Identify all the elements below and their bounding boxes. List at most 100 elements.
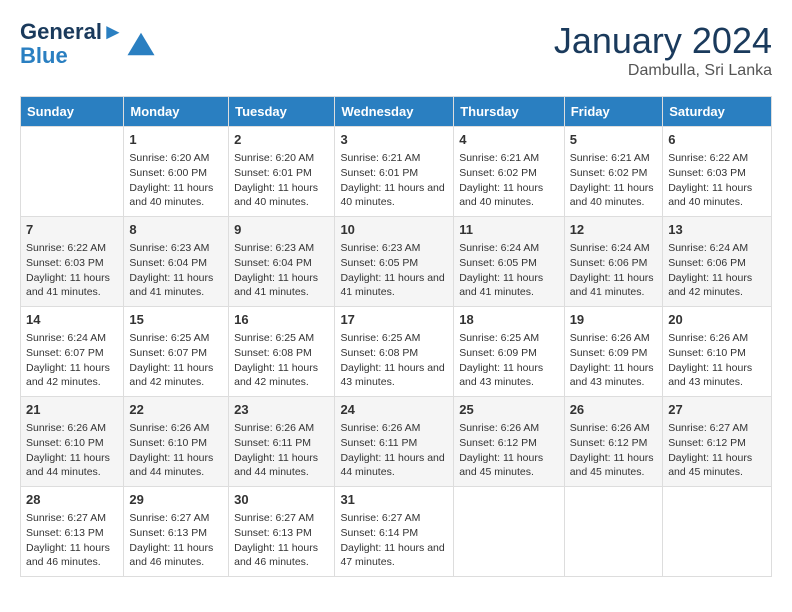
calendar-day-header: Friday: [564, 97, 663, 127]
day-number: 29: [129, 491, 223, 509]
day-info: Sunrise: 6:25 AMSunset: 6:08 PMDaylight:…: [234, 331, 329, 390]
day-info: Sunrise: 6:21 AMSunset: 6:02 PMDaylight:…: [570, 151, 658, 210]
day-number: 23: [234, 401, 329, 419]
calendar-cell: 30 Sunrise: 6:27 AMSunset: 6:13 PMDayligh…: [229, 487, 335, 577]
day-number: 25: [459, 401, 558, 419]
day-number: 14: [26, 311, 118, 329]
day-number: 9: [234, 221, 329, 239]
day-number: 20: [668, 311, 766, 329]
day-info: Sunrise: 6:25 AMSunset: 6:07 PMDaylight:…: [129, 331, 223, 390]
calendar-cell: 22Sunrise: 6:26 AMSunset: 6:10 PMDayligh…: [124, 397, 229, 487]
calendar-cell: 28 Sunrise: 6:27 AMSunset: 6:13 PMDayligh…: [21, 487, 124, 577]
day-number: 26: [570, 401, 658, 419]
day-info: Sunrise: 6:26 AMSunset: 6:10 PMDaylight:…: [668, 331, 766, 390]
day-info: Sunrise: 6:27 AMSunset: 6:13 PMDaylight:…: [129, 511, 223, 570]
calendar-cell: [454, 487, 564, 577]
calendar-cell: [663, 487, 772, 577]
day-number: 10: [340, 221, 448, 239]
day-info: Sunrise: 6:22 AMSunset: 6:03 PMDaylight:…: [668, 151, 766, 210]
calendar-cell: 9Sunrise: 6:23 AMSunset: 6:04 PMDaylight…: [229, 217, 335, 307]
calendar-day-header: Tuesday: [229, 97, 335, 127]
day-number: 7: [26, 221, 118, 239]
calendar-cell: 3 Sunrise: 6:21 AMSunset: 6:01 PMDaylight…: [335, 127, 454, 217]
calendar-body: 1Sunrise: 6:20 AMSunset: 6:00 PMDaylight…: [21, 127, 772, 577]
calendar-cell: 23 Sunrise: 6:26 AMSunset: 6:11 PMDayligh…: [229, 397, 335, 487]
day-info: Sunrise: 6:26 AMSunset: 6:12 PMDaylight:…: [459, 421, 558, 480]
day-number: 18: [459, 311, 558, 329]
calendar-cell: [21, 127, 124, 217]
day-info: Sunrise: 6:21 AMSunset: 6:01 PMDaylight:…: [340, 151, 448, 210]
day-info: Sunrise: 6:26 AMSunset: 6:11 PMDaylight:…: [340, 421, 448, 480]
calendar-day-header: Thursday: [454, 97, 564, 127]
calendar-cell: 20 Sunrise: 6:26 AMSunset: 6:10 PMDayligh…: [663, 307, 772, 397]
day-info: Sunrise: 6:27 AMSunset: 6:14 PMDaylight:…: [340, 511, 448, 570]
calendar-cell: 13 Sunrise: 6:24 AMSunset: 6:06 PMDayligh…: [663, 217, 772, 307]
day-info: Sunrise: 6:22 AMSunset: 6:03 PMDaylight:…: [26, 241, 118, 300]
day-info: Sunrise: 6:26 AMSunset: 6:11 PMDaylight:…: [234, 421, 329, 480]
calendar-cell: [564, 487, 663, 577]
day-number: 11: [459, 221, 558, 239]
calendar-cell: 21 Sunrise: 6:26 AMSunset: 6:10 PMDayligh…: [21, 397, 124, 487]
day-number: 28: [26, 491, 118, 509]
calendar-cell: 5 Sunrise: 6:21 AMSunset: 6:02 PMDaylight…: [564, 127, 663, 217]
day-number: 1: [129, 131, 223, 149]
logo: General►Blue: [20, 20, 156, 68]
day-number: 5: [570, 131, 658, 149]
day-info: Sunrise: 6:24 AMSunset: 6:05 PMDaylight:…: [459, 241, 558, 300]
calendar-cell: 19Sunrise: 6:26 AMSunset: 6:09 PMDayligh…: [564, 307, 663, 397]
calendar-week-row: 7 Sunrise: 6:22 AMSunset: 6:03 PMDaylight…: [21, 217, 772, 307]
month-title: January 2024: [554, 20, 772, 62]
day-number: 2: [234, 131, 329, 149]
calendar-cell: 4Sunrise: 6:21 AMSunset: 6:02 PMDaylight…: [454, 127, 564, 217]
day-number: 27: [668, 401, 766, 419]
day-info: Sunrise: 6:24 AMSunset: 6:06 PMDaylight:…: [570, 241, 658, 300]
calendar-day-header: Sunday: [21, 97, 124, 127]
calendar-cell: 6 Sunrise: 6:22 AMSunset: 6:03 PMDaylight…: [663, 127, 772, 217]
calendar-cell: 24Sunrise: 6:26 AMSunset: 6:11 PMDayligh…: [335, 397, 454, 487]
calendar-cell: 10Sunrise: 6:23 AMSunset: 6:05 PMDayligh…: [335, 217, 454, 307]
logo-icon: [126, 29, 156, 59]
day-info: Sunrise: 6:20 AMSunset: 6:01 PMDaylight:…: [234, 151, 329, 210]
calendar-cell: 15 Sunrise: 6:25 AMSunset: 6:07 PMDayligh…: [124, 307, 229, 397]
calendar-cell: 8Sunrise: 6:23 AMSunset: 6:04 PMDaylight…: [124, 217, 229, 307]
day-number: 6: [668, 131, 766, 149]
day-info: Sunrise: 6:27 AMSunset: 6:13 PMDaylight:…: [26, 511, 118, 570]
calendar-cell: 27 Sunrise: 6:27 AMSunset: 6:12 PMDayligh…: [663, 397, 772, 487]
day-info: Sunrise: 6:25 AMSunset: 6:08 PMDaylight:…: [340, 331, 448, 390]
calendar-cell: 29 Sunrise: 6:27 AMSunset: 6:13 PMDayligh…: [124, 487, 229, 577]
calendar-cell: 25 Sunrise: 6:26 AMSunset: 6:12 PMDayligh…: [454, 397, 564, 487]
day-number: 3: [340, 131, 448, 149]
calendar-table: SundayMondayTuesdayWednesdayThursdayFrid…: [20, 96, 772, 577]
day-number: 17: [340, 311, 448, 329]
calendar-header-row: SundayMondayTuesdayWednesdayThursdayFrid…: [21, 97, 772, 127]
day-number: 12: [570, 221, 658, 239]
calendar-cell: 26 Sunrise: 6:26 AMSunset: 6:12 PMDayligh…: [564, 397, 663, 487]
day-info: Sunrise: 6:24 AMSunset: 6:06 PMDaylight:…: [668, 241, 766, 300]
day-number: 30: [234, 491, 329, 509]
day-number: 31: [340, 491, 448, 509]
day-info: Sunrise: 6:23 AMSunset: 6:04 PMDaylight:…: [129, 241, 223, 300]
day-info: Sunrise: 6:26 AMSunset: 6:12 PMDaylight:…: [570, 421, 658, 480]
day-number: 13: [668, 221, 766, 239]
logo-text: General►Blue: [20, 20, 124, 68]
calendar-cell: 31 Sunrise: 6:27 AMSunset: 6:14 PMDayligh…: [335, 487, 454, 577]
calendar-cell: 12 Sunrise: 6:24 AMSunset: 6:06 PMDayligh…: [564, 217, 663, 307]
calendar-cell: 11 Sunrise: 6:24 AMSunset: 6:05 PMDayligh…: [454, 217, 564, 307]
calendar-cell: 2 Sunrise: 6:20 AMSunset: 6:01 PMDaylight…: [229, 127, 335, 217]
day-info: Sunrise: 6:26 AMSunset: 6:10 PMDaylight:…: [129, 421, 223, 480]
day-info: Sunrise: 6:27 AMSunset: 6:12 PMDaylight:…: [668, 421, 766, 480]
day-info: Sunrise: 6:24 AMSunset: 6:07 PMDaylight:…: [26, 331, 118, 390]
day-number: 21: [26, 401, 118, 419]
day-number: 15: [129, 311, 223, 329]
calendar-week-row: 1Sunrise: 6:20 AMSunset: 6:00 PMDaylight…: [21, 127, 772, 217]
calendar-cell: 14 Sunrise: 6:24 AMSunset: 6:07 PMDayligh…: [21, 307, 124, 397]
day-info: Sunrise: 6:21 AMSunset: 6:02 PMDaylight:…: [459, 151, 558, 210]
day-info: Sunrise: 6:26 AMSunset: 6:09 PMDaylight:…: [570, 331, 658, 390]
location-subtitle: Dambulla, Sri Lanka: [554, 62, 772, 80]
calendar-cell: 18 Sunrise: 6:25 AMSunset: 6:09 PMDayligh…: [454, 307, 564, 397]
day-info: Sunrise: 6:25 AMSunset: 6:09 PMDaylight:…: [459, 331, 558, 390]
calendar-cell: 1Sunrise: 6:20 AMSunset: 6:00 PMDaylight…: [124, 127, 229, 217]
day-info: Sunrise: 6:26 AMSunset: 6:10 PMDaylight:…: [26, 421, 118, 480]
calendar-week-row: 14 Sunrise: 6:24 AMSunset: 6:07 PMDayligh…: [21, 307, 772, 397]
day-info: Sunrise: 6:27 AMSunset: 6:13 PMDaylight:…: [234, 511, 329, 570]
